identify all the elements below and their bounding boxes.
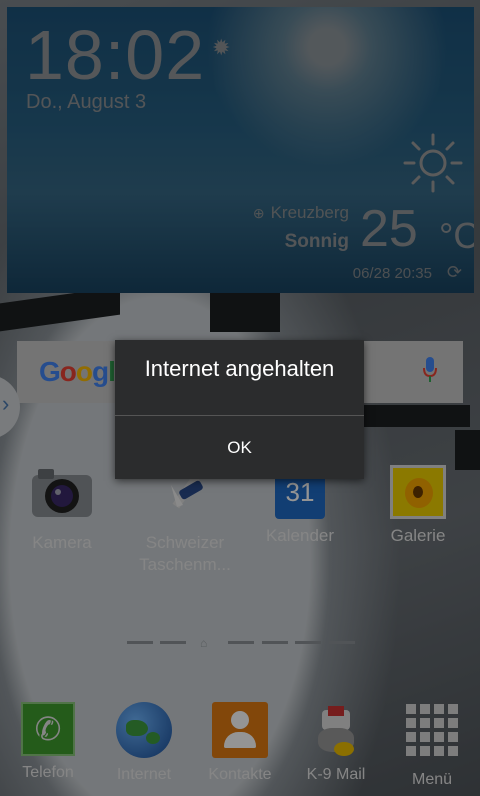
ok-button[interactable]: OK <box>115 416 364 479</box>
dialog-message: Internet angehalten <box>144 356 335 381</box>
alert-dialog: Internet angehalten OK <box>115 340 364 479</box>
